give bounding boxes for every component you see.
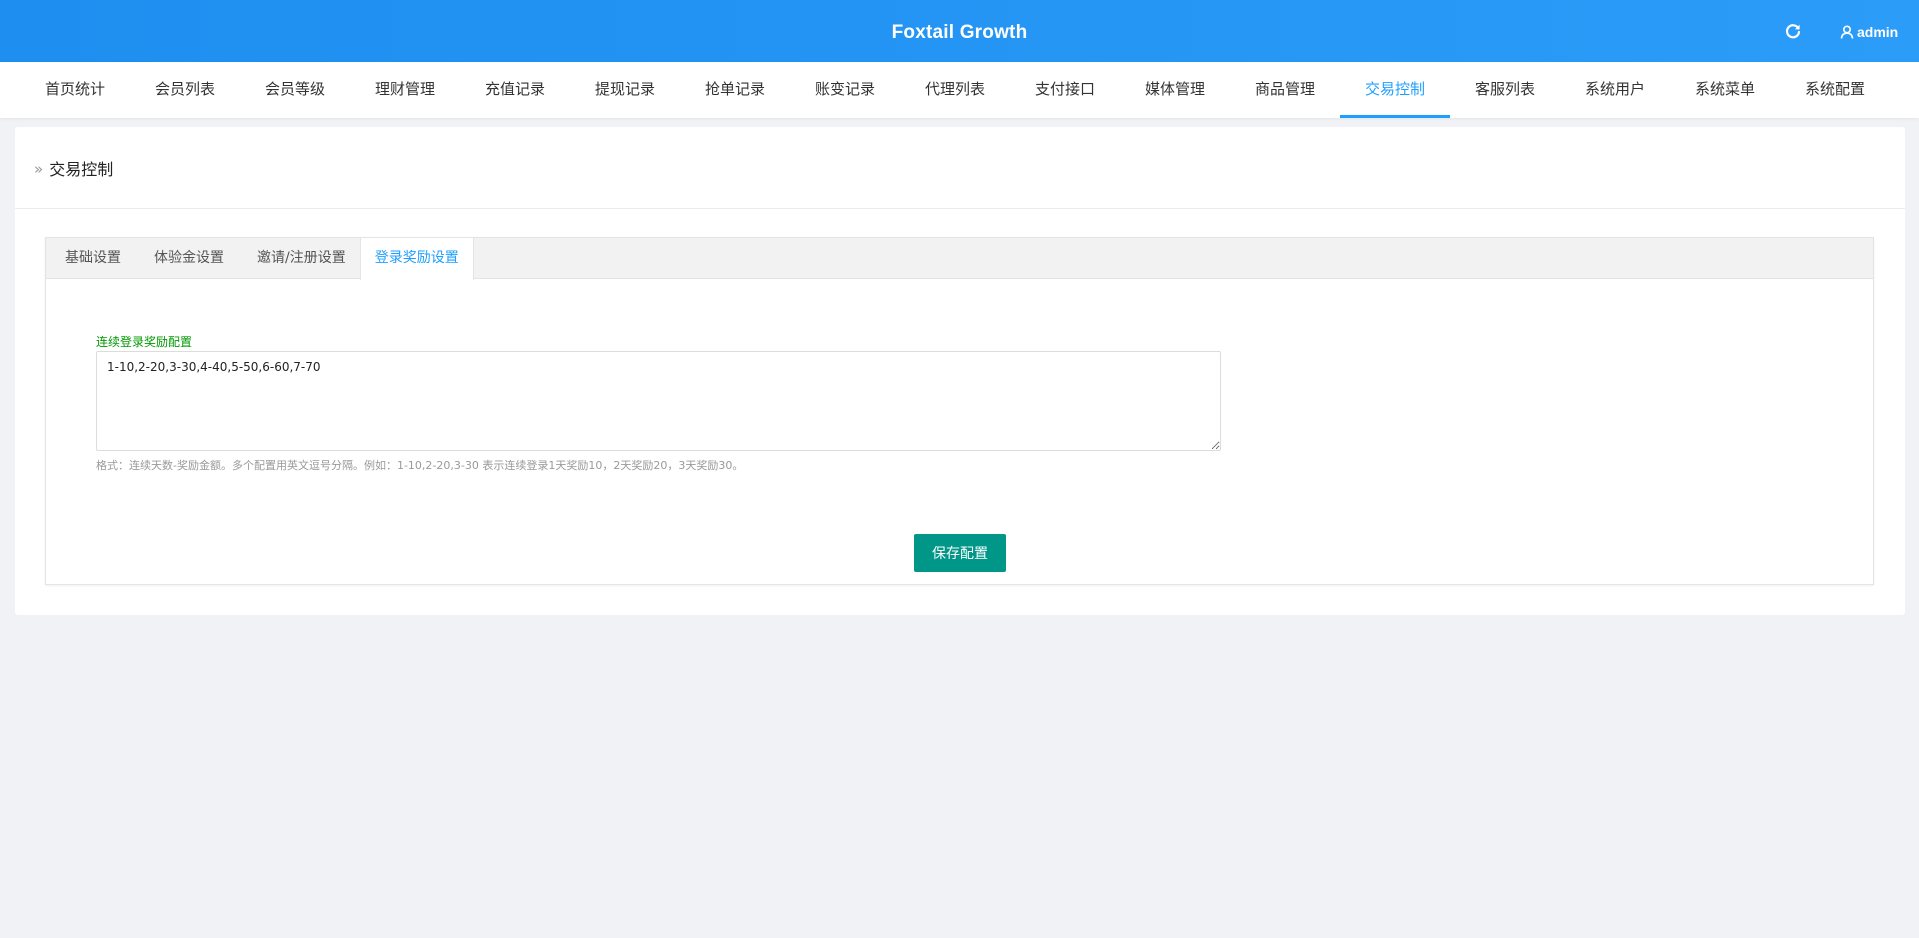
nav-item[interactable]: 理财管理 bbox=[350, 62, 460, 118]
nav-item[interactable]: 充值记录 bbox=[460, 62, 570, 118]
nav-item[interactable]: 系统菜单 bbox=[1670, 62, 1780, 118]
tab-bar: 基础设置 体验金设置 邀请/注册设置 登录奖励设置 bbox=[46, 238, 1873, 280]
tab-item[interactable]: 登录奖励设置 bbox=[359, 238, 474, 280]
nav-item[interactable]: 提现记录 bbox=[570, 62, 680, 118]
nav-item[interactable]: 首页统计 bbox=[20, 62, 130, 118]
nav-item[interactable]: 账变记录 bbox=[790, 62, 900, 118]
main-nav: 首页统计 会员列表 会员等级 理财管理 充值记录 提现记录 抢单记录 账变记录 代理列表 支付接口… bbox=[0, 62, 1919, 118]
user-menu[interactable]: admin bbox=[1840, 22, 1898, 42]
user-icon bbox=[1840, 25, 1854, 39]
login-reward-label: 连续登录奖励配置 bbox=[96, 335, 193, 349]
nav-item[interactable]: 客服列表 bbox=[1450, 62, 1560, 118]
username: admin bbox=[1857, 24, 1899, 40]
page-title: 交易控制 bbox=[49, 159, 114, 179]
nav-list: 首页统计 会员列表 会员等级 理财管理 充值记录 提现记录 抢单记录 账变记录 代理列表 支付接口… bbox=[0, 62, 1919, 118]
top-header: Foxtail Growth admin bbox=[0, 0, 1919, 62]
nav-item[interactable]: 抢单记录 bbox=[680, 62, 790, 118]
nav-item[interactable]: 会员列表 bbox=[130, 62, 240, 118]
format-hint: 格式：连续天数-奖励金额。多个配置用英文逗号分隔。例如：1-10,2-20,3-… bbox=[96, 459, 744, 472]
nav-item[interactable]: 系统用户 bbox=[1560, 62, 1670, 118]
nav-item[interactable]: 媒体管理 bbox=[1120, 62, 1230, 118]
tab-item[interactable]: 体验金设置 bbox=[135, 238, 238, 279]
login-reward-textarea[interactable] bbox=[96, 351, 1221, 451]
nav-item[interactable]: 商品管理 bbox=[1230, 62, 1340, 118]
app-title: Foxtail Growth bbox=[891, 22, 1028, 43]
tab-item[interactable]: 基础设置 bbox=[46, 238, 135, 279]
nav-item[interactable]: 系统配置 bbox=[1780, 62, 1890, 118]
save-config-button[interactable]: 保存配置 bbox=[914, 534, 1006, 572]
content-card: » 交易控制 基础设置体验金设置邀请/注册设置登录奖励设置 连续登录奖励配置 格… bbox=[15, 127, 1905, 615]
nav-item[interactable]: 代理列表 bbox=[900, 62, 1010, 118]
breadcrumb-icon: » bbox=[34, 159, 44, 178]
nav-item[interactable]: 交易控制 bbox=[1340, 62, 1450, 118]
card-header: » 交易控制 bbox=[15, 127, 1905, 209]
tab-item[interactable]: 邀请/注册设置 bbox=[238, 238, 360, 279]
nav-item[interactable]: 会员等级 bbox=[240, 62, 350, 118]
refresh-icon[interactable] bbox=[1783, 22, 1803, 42]
settings-tabs: 基础设置体验金设置邀请/注册设置登录奖励设置 连续登录奖励配置 格式：连续天数-… bbox=[45, 237, 1874, 585]
nav-item[interactable]: 支付接口 bbox=[1010, 62, 1120, 118]
